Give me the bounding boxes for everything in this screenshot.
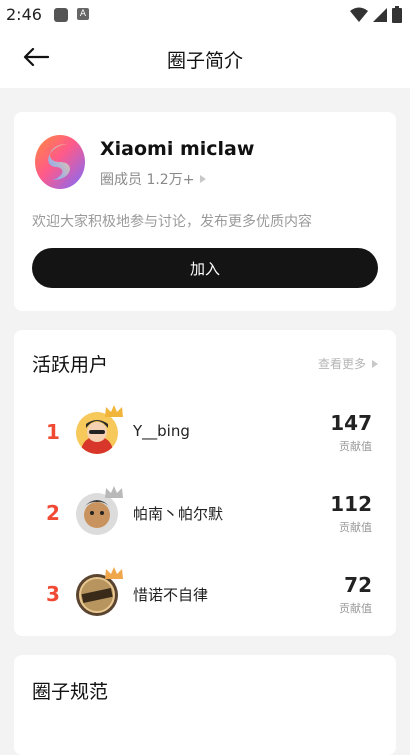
page-title: 圈子简介 <box>166 50 243 72</box>
user-rank: 3 <box>46 582 60 606</box>
notification-icon <box>54 8 68 22</box>
user-row[interactable]: 3 惜诺不自律 72 贡献值 <box>14 564 396 626</box>
active-users-title: 活跃用户 <box>32 354 109 376</box>
user-score: 72 <box>344 573 372 597</box>
avatar <box>76 412 118 454</box>
user-rank: 1 <box>46 420 60 444</box>
see-more-label: 查看更多 <box>317 357 366 371</box>
join-button[interactable]: 加入 <box>32 248 378 288</box>
wifi-icon <box>350 7 368 22</box>
score-label: 贡献值 <box>339 521 372 534</box>
user-rank: 2 <box>46 501 60 525</box>
circle-logo <box>35 135 85 189</box>
status-bar: 2:46 A <box>0 0 410 30</box>
user-row[interactable]: 2 帕南丶帕尔默 112 贡献值 <box>14 483 396 545</box>
circle-rules-card[interactable]: 圈子规范 <box>14 655 396 755</box>
battery-icon <box>392 6 402 23</box>
crown-icon <box>105 405 123 417</box>
chevron-right-icon <box>200 175 207 183</box>
user-score: 112 <box>330 492 372 516</box>
status-icons <box>350 6 402 23</box>
member-count-link[interactable]: 圈成员 1.2万+ <box>100 169 207 189</box>
active-users-card: 活跃用户 查看更多 1 Y__bing 147 贡献值 2 帕南丶帕尔默 112… <box>14 330 396 636</box>
circle-description: 欢迎大家积极地参与讨论，发布更多优质内容 <box>32 214 312 230</box>
score-label: 贡献值 <box>339 440 372 453</box>
see-more-link[interactable]: 查看更多 <box>318 355 378 372</box>
top-bar: 圈子简介 <box>0 30 410 88</box>
user-score: 147 <box>330 411 372 435</box>
circle-name: Xiaomi miclaw <box>100 138 255 160</box>
avatar <box>76 493 118 535</box>
circle-info-card: Xiaomi miclaw 圈成员 1.2万+ 欢迎大家积极地参与讨论，发布更多… <box>14 112 396 311</box>
avatar <box>76 574 118 616</box>
circle-rules-title: 圈子规范 <box>32 681 109 703</box>
status-time: 2:46 <box>6 5 42 24</box>
user-name: 惜诺不自律 <box>133 586 209 604</box>
user-name: 帕南丶帕尔默 <box>133 505 224 523</box>
app-notification-icon: A <box>77 8 89 20</box>
chevron-right-icon <box>372 359 378 368</box>
score-label: 贡献值 <box>339 602 372 615</box>
member-count: 圈成员 1.2万+ <box>100 172 195 188</box>
user-row[interactable]: 1 Y__bing 147 贡献值 <box>14 402 396 464</box>
crown-icon <box>105 486 123 498</box>
user-name: Y__bing <box>133 422 190 440</box>
crown-icon <box>105 567 123 579</box>
signal-icon <box>373 7 387 22</box>
